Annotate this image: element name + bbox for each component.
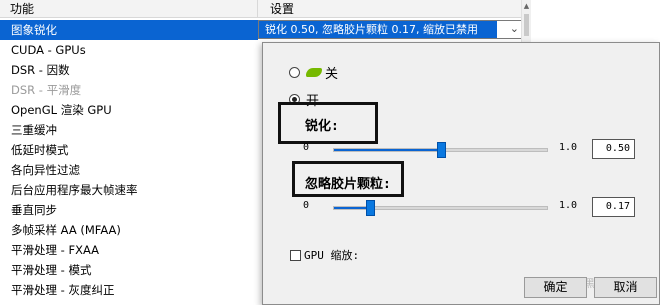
grain-slider-thumb[interactable] <box>366 200 376 216</box>
feature-list: 图象锐化 CUDA - GPUs DSR - 因数 DSR - 平滑度 Open… <box>0 20 258 300</box>
feature-item-dsr-factors[interactable]: DSR - 因数 <box>0 60 258 80</box>
grain-slider-track[interactable] <box>333 200 548 216</box>
chevron-down-icon: ⌄ <box>509 22 519 35</box>
feature-item-background-max-fps[interactable]: 后台应用程序最大帧速率 <box>0 180 258 200</box>
sharpen-value-input[interactable]: 0.50 <box>592 139 635 159</box>
feature-item-aa-mode[interactable]: 平滑处理 - 模式 <box>0 260 258 280</box>
gpu-scaling-checkbox[interactable] <box>290 249 301 261</box>
feature-item-opengl-gpu[interactable]: OpenGL 渲染 GPU <box>0 100 258 120</box>
sharpen-slider-thumb[interactable] <box>436 142 446 158</box>
feature-item-aa-gamma-correction[interactable]: 平滑处理 - 灰度纠正 <box>0 280 258 300</box>
gpu-scaling-checkbox-row[interactable]: GPU 缩放: <box>290 247 359 263</box>
feature-item-low-latency-mode[interactable]: 低延时模式 <box>0 140 258 160</box>
sharpen-slider-track[interactable] <box>333 142 548 158</box>
feature-item-image-sharpening[interactable]: 图象锐化 <box>0 20 258 40</box>
feature-item-vertical-sync[interactable]: 垂直同步 <box>0 200 258 220</box>
feature-item-fxaa[interactable]: 平滑处理 - FXAA <box>0 240 258 260</box>
setting-value-text: 锐化 0.50, 忽略胶片颗粒 0.17, 缩放已禁用 <box>259 21 497 38</box>
ok-button[interactable]: 确定 <box>524 277 587 298</box>
setting-column-header[interactable]: 设置 <box>258 0 530 18</box>
nvidia-logo-icon <box>306 67 322 77</box>
sharpen-slider-fill <box>334 149 441 151</box>
feature-item-triple-buffering[interactable]: 三重缓冲 <box>0 120 258 140</box>
grain-min-label: 0 <box>303 200 310 211</box>
feature-item-dsr-smoothness[interactable]: DSR - 平滑度 <box>0 80 258 100</box>
radio-off-button[interactable] <box>289 66 300 78</box>
scrollbar-thumb[interactable] <box>524 14 529 36</box>
grain-value-input[interactable]: 0.17 <box>592 197 635 217</box>
cancel-button[interactable]: 取消 <box>594 277 657 298</box>
radio-option-off[interactable]: 关 <box>289 63 339 82</box>
image-sharpening-dialog: 关 开 锐化: 0 1.0 0.50 忽略胶片颗粒: 0 1.0 0.17 GP… <box>262 42 660 305</box>
sharpen-max-label: 1.0 <box>559 142 578 153</box>
grain-max-label: 1.0 <box>559 200 578 211</box>
grain-slider-row: 0 1.0 0.17 <box>303 197 653 219</box>
grain-slider-fill <box>334 207 371 209</box>
feature-item-cuda-gpus[interactable]: CUDA - GPUs <box>0 40 258 60</box>
feature-item-mfaa[interactable]: 多帧采样 AA (MFAA) <box>0 220 258 240</box>
gpu-scaling-label: GPU 缩放: <box>304 249 360 262</box>
setting-value-dropdown[interactable]: 锐化 0.50, 忽略胶片颗粒 0.17, 缩放已禁用 ⌄ <box>258 20 524 39</box>
feature-column-header[interactable]: 功能 <box>0 0 258 18</box>
radio-off-label: 关 <box>325 66 339 82</box>
sharpen-slider-row: 0 1.0 0.50 <box>303 139 653 161</box>
sharpen-min-label: 0 <box>303 142 310 153</box>
grain-label: 忽略胶片颗粒: <box>305 177 391 192</box>
feature-item-anisotropic-filtering[interactable]: 各向异性过滤 <box>0 160 258 180</box>
scroll-up-arrow-icon[interactable]: ▲ <box>522 2 531 10</box>
sharpen-label: 锐化: <box>305 119 339 134</box>
